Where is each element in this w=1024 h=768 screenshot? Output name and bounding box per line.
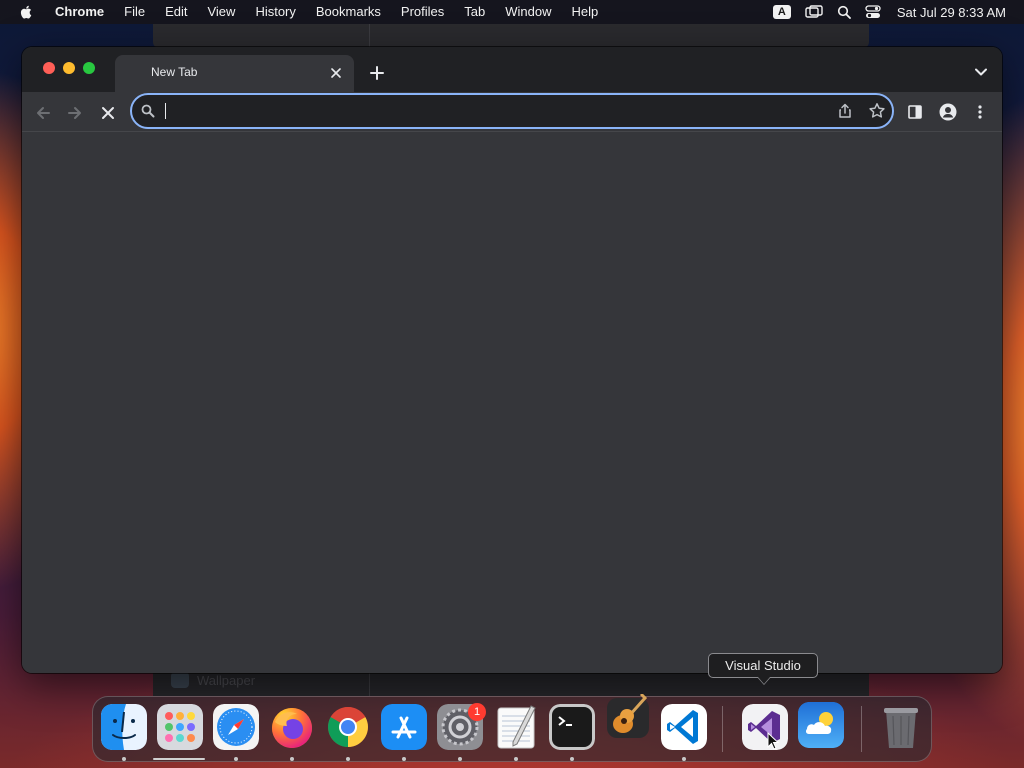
address-bar[interactable] <box>130 93 894 129</box>
menu-history[interactable]: History <box>245 0 305 24</box>
chrome-menu-button[interactable] <box>968 100 992 124</box>
dock-running-indicator <box>402 757 406 761</box>
dock-launchpad-icon[interactable] <box>157 704 203 750</box>
menu-clock[interactable]: Sat Jul 29 8:33 AM <box>897 5 1006 20</box>
dock-running-indicator <box>570 757 574 761</box>
spotlight-search-icon[interactable] <box>837 5 851 19</box>
background-window-top <box>153 24 869 48</box>
screen-mirroring-icon[interactable] <box>805 5 823 19</box>
menu-bar: Chrome File Edit View History Bookmarks … <box>0 0 1024 24</box>
close-icon <box>102 107 114 119</box>
dock-running-indicator <box>290 757 294 761</box>
new-tab-button[interactable] <box>366 62 388 84</box>
dock-textedit-icon[interactable] <box>493 704 539 750</box>
menu-window[interactable]: Window <box>495 0 561 24</box>
background-sidebar-item: Wallpaper <box>171 672 255 688</box>
menu-edit[interactable]: Edit <box>155 0 197 24</box>
dock-trash-icon[interactable] <box>878 704 924 750</box>
menu-app-name[interactable]: Chrome <box>45 0 114 24</box>
window-zoom-button[interactable] <box>83 62 95 74</box>
plus-icon <box>370 66 384 80</box>
dock-separator <box>722 706 723 752</box>
profile-button[interactable] <box>936 100 960 124</box>
stop-loading-button[interactable] <box>95 100 121 126</box>
menu-help[interactable]: Help <box>562 0 609 24</box>
dock-separator <box>861 706 862 752</box>
dock-vscode-icon[interactable] <box>661 704 707 750</box>
back-button[interactable] <box>30 100 56 126</box>
chevron-down-icon <box>975 68 987 76</box>
menu-profiles[interactable]: Profiles <box>391 0 454 24</box>
mouse-pointer-icon <box>767 732 779 750</box>
menu-tab[interactable]: Tab <box>454 0 495 24</box>
menu-file[interactable]: File <box>114 0 155 24</box>
dock-chrome-icon[interactable] <box>325 704 371 750</box>
window-close-button[interactable] <box>43 62 55 74</box>
window-minimize-button[interactable] <box>63 62 75 74</box>
wallpaper-icon <box>171 672 189 688</box>
control-center-icon[interactable] <box>865 5 881 19</box>
page-content-area[interactable] <box>22 132 1002 673</box>
search-icon <box>141 104 155 118</box>
dock-running-indicator <box>458 757 462 761</box>
back-arrow-icon <box>37 107 50 119</box>
tab-new-tab[interactable]: New Tab <box>115 55 354 92</box>
close-tab-icon[interactable] <box>328 65 344 81</box>
browser-toolbar <box>22 92 1002 132</box>
dock-terminal-icon[interactable] <box>549 704 595 750</box>
bookmark-star-icon[interactable] <box>868 102 886 120</box>
launchpad-highlight-bar <box>153 758 205 760</box>
dock-weather-icon[interactable] <box>798 702 844 748</box>
address-input[interactable] <box>164 99 828 123</box>
dock-app-store-icon[interactable] <box>381 704 427 750</box>
dock-tooltip: Visual Studio <box>708 653 818 678</box>
tab-search-button[interactable] <box>972 63 990 81</box>
side-panel-button[interactable] <box>903 100 927 124</box>
forward-button[interactable] <box>62 100 88 126</box>
menu-view[interactable]: View <box>197 0 245 24</box>
dock-firefox-icon[interactable] <box>269 704 315 750</box>
dock-running-indicator <box>234 757 238 761</box>
background-sidebar-label: Wallpaper <box>197 672 256 688</box>
dock-finder-icon[interactable] <box>101 704 147 750</box>
share-icon[interactable] <box>836 102 854 120</box>
profile-avatar-icon <box>939 103 957 121</box>
system-settings-badge: 1 <box>468 703 486 721</box>
menu-bookmarks[interactable]: Bookmarks <box>306 0 391 24</box>
forward-arrow-icon <box>68 107 81 119</box>
dock-visual-studio-icon[interactable] <box>742 704 788 750</box>
apple-menu-icon[interactable] <box>19 5 33 19</box>
tab-title: New Tab <box>151 65 198 79</box>
dock-running-indicator <box>514 757 518 761</box>
dock-running-indicator <box>682 757 686 761</box>
dock-running-indicator <box>346 757 350 761</box>
dock-garageband-icon[interactable] <box>605 694 651 740</box>
dock-safari-icon[interactable] <box>213 704 259 750</box>
chrome-window: New Tab <box>22 47 1002 673</box>
background-window-divider <box>369 24 370 48</box>
dock-tooltip-pointer-fill <box>758 677 770 684</box>
text-caret <box>165 103 166 119</box>
tab-strip: New Tab <box>22 47 1002 92</box>
input-source-indicator[interactable]: A <box>772 5 791 19</box>
side-panel-icon <box>908 105 922 119</box>
more-vertical-icon <box>978 105 982 119</box>
dock-running-indicator <box>122 757 126 761</box>
